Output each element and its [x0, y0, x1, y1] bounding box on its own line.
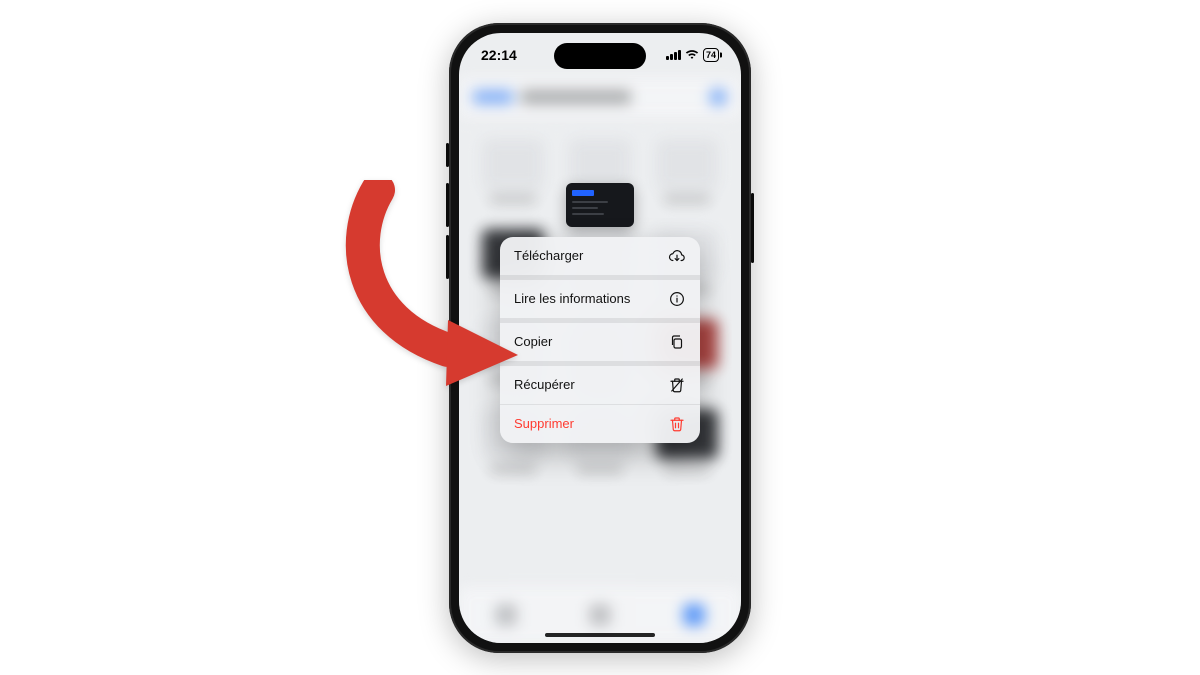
trash-icon — [668, 415, 686, 433]
phone-mute-switch — [446, 143, 449, 167]
menu-item-delete[interactable]: Supprimer — [500, 405, 700, 443]
phone-volume-up — [446, 183, 449, 227]
menu-item-copy[interactable]: Copier — [500, 323, 700, 366]
menu-item-label: Lire les informations — [514, 291, 630, 306]
cloud-download-icon — [668, 247, 686, 265]
menu-item-label: Télécharger — [514, 248, 583, 263]
menu-item-recover[interactable]: Récupérer — [500, 366, 700, 405]
battery-level: 74 — [706, 50, 716, 60]
copy-icon — [668, 333, 686, 351]
menu-item-label: Copier — [514, 334, 552, 349]
home-indicator[interactable] — [545, 633, 655, 637]
phone-frame: 22:14 74 — [449, 23, 751, 653]
cellular-signal-icon — [666, 49, 681, 60]
stage: 22:14 74 — [0, 0, 1200, 675]
context-menu: Télécharger Lire les informations — [500, 237, 700, 443]
screen: 22:14 74 — [459, 33, 741, 643]
status-time: 22:14 — [481, 47, 517, 63]
info-icon — [668, 290, 686, 308]
status-right: 74 — [666, 48, 719, 62]
phone-side-button — [751, 193, 754, 263]
wifi-icon — [685, 49, 699, 60]
dynamic-island — [554, 43, 646, 69]
selected-file-thumbnail[interactable] — [566, 183, 634, 227]
menu-item-info[interactable]: Lire les informations — [500, 280, 700, 323]
phone-volume-down — [446, 235, 449, 279]
menu-item-download[interactable]: Télécharger — [500, 237, 700, 280]
battery-indicator: 74 — [703, 48, 719, 62]
menu-item-label: Récupérer — [514, 377, 575, 392]
menu-item-label: Supprimer — [514, 416, 574, 431]
trash-restore-icon — [668, 376, 686, 394]
